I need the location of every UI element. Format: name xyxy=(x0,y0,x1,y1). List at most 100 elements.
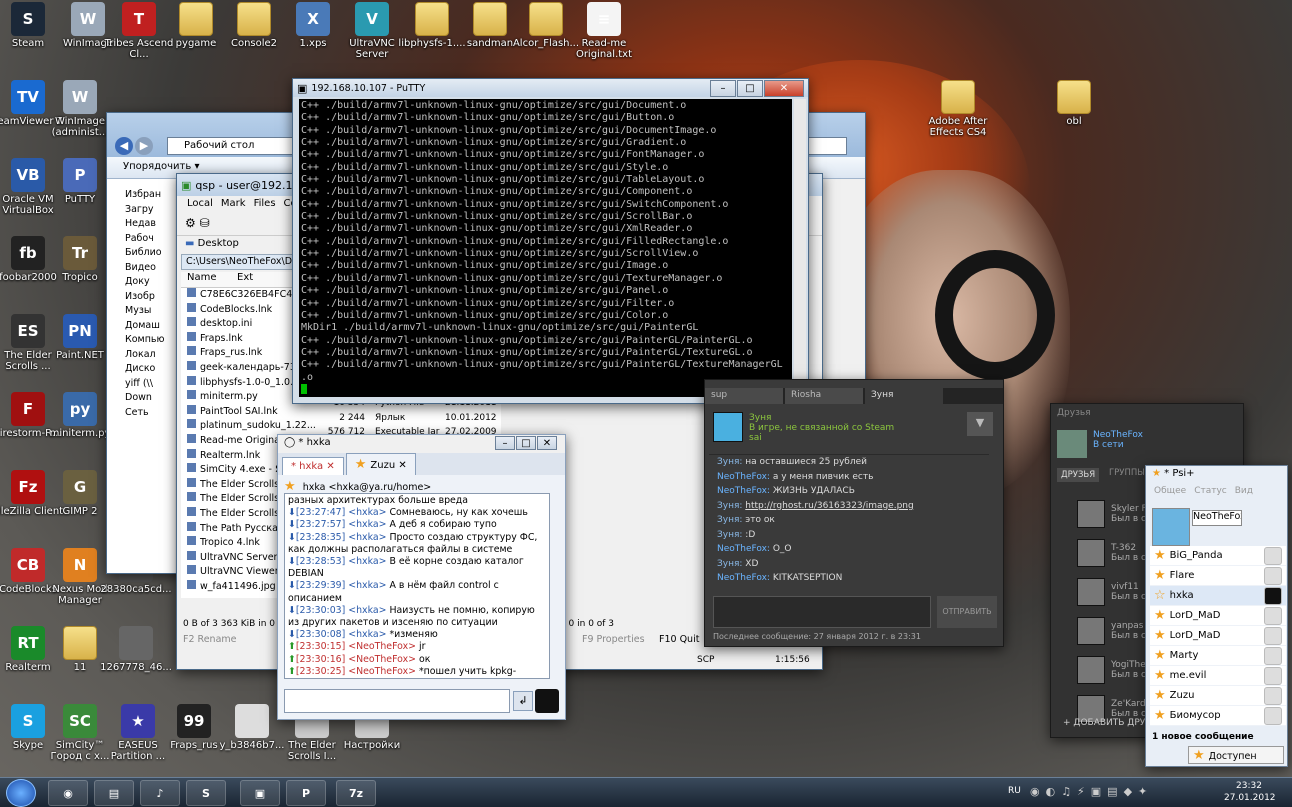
nav-item[interactable]: Изобр xyxy=(107,291,175,306)
steam-chat-log[interactable]: Зуня: на оставшиеся 25 рублей NeoTheFox: … xyxy=(709,454,989,592)
minimize-button[interactable]: – xyxy=(710,80,736,97)
roster-contact[interactable]: ☆ hxka xyxy=(1150,586,1286,606)
roster-contact[interactable]: ★ Биомусор xyxy=(1150,706,1286,726)
roster-contact[interactable]: ★ BiG_Panda xyxy=(1150,546,1286,566)
ext-column-header[interactable]: Ext xyxy=(233,272,253,287)
steam-chat-tab[interactable]: Riosha xyxy=(785,388,863,404)
contact-name[interactable]: hxka <hxka@ya.ru/home> xyxy=(303,482,432,493)
nav-item[interactable]: yiff (\\ xyxy=(107,378,175,393)
steam-send-button[interactable]: ОТПРАВИТЬ xyxy=(937,596,997,628)
steam-chat-tab[interactable]: sup xyxy=(705,388,783,404)
add-friend-button[interactable]: + ДОБАВИТЬ ДРУ xyxy=(1063,718,1145,728)
desktop-icon[interactable]: Adobe After Effects CS4 xyxy=(922,80,994,138)
start-button[interactable] xyxy=(6,779,36,807)
message-nick: <hxka> xyxy=(345,556,390,568)
tab-hxka[interactable]: * hxka ✕ xyxy=(282,457,344,475)
window-title: * Psi+ xyxy=(1164,468,1195,479)
app-icon: ES xyxy=(11,314,45,348)
drive-icon[interactable]: ⛁ xyxy=(200,216,210,230)
nav-item[interactable]: Локал xyxy=(107,349,175,364)
properties-button[interactable]: F9 Properties xyxy=(582,634,645,645)
message-arrow-icon: ⬇ xyxy=(288,629,296,641)
nav-item[interactable]: Компью xyxy=(107,334,175,349)
terminal-line: C++ ./build/armv7l-unknown-linux-gnu/opt… xyxy=(301,260,669,272)
nav-item[interactable]: Музы xyxy=(107,305,175,320)
message-text[interactable]: http://rghost.ru/36163323/image.png xyxy=(745,501,913,511)
menu-item[interactable]: Вид xyxy=(1235,486,1253,496)
name-column-header[interactable]: Name xyxy=(181,272,233,287)
winamp-taskbar-button[interactable]: ♪ xyxy=(140,780,180,806)
chrome-taskbar-button[interactable]: ◉ xyxy=(48,780,88,806)
close-icon[interactable]: ✕ xyxy=(326,461,334,472)
7zip-taskbar-button[interactable]: 7z xyxy=(336,780,376,806)
roster-contact[interactable]: ★ Zuzu xyxy=(1150,686,1286,706)
nav-item[interactable]: Видео xyxy=(107,262,175,277)
menu-item[interactable]: Статус xyxy=(1194,486,1227,496)
options-button[interactable]: ▼ xyxy=(967,412,993,436)
roster-contact[interactable]: ★ Flare xyxy=(1150,566,1286,586)
desktop-icon[interactable]: obl xyxy=(1038,80,1110,127)
menu-item[interactable]: Mark xyxy=(221,198,246,212)
minimize-button[interactable]: – xyxy=(495,436,515,450)
close-button[interactable]: ✕ xyxy=(764,80,804,97)
nav-item[interactable]: Недав xyxy=(107,218,175,233)
my-name[interactable]: NeoTheFox xyxy=(1093,430,1143,440)
nav-item[interactable]: Диско xyxy=(107,363,175,378)
chat-log[interactable]: разных архитектурах больше вреда ⬇[23:27:… xyxy=(284,493,550,679)
nav-item[interactable]: Рабоч xyxy=(107,233,175,248)
qsp-taskbar-button[interactable]: ▣ xyxy=(240,780,280,806)
putty-taskbar-button[interactable]: P xyxy=(286,780,326,806)
groups-tab[interactable]: ГРУППЫ xyxy=(1109,468,1145,478)
message-input[interactable] xyxy=(284,689,510,713)
desktop-icon[interactable]: 1267778_46... xyxy=(100,626,172,673)
nav-item[interactable]: Down xyxy=(107,392,175,407)
contact-name[interactable]: Зуня xyxy=(749,413,894,423)
clock-time[interactable]: 23:32 xyxy=(1236,781,1262,791)
steam-message-input[interactable] xyxy=(713,596,931,628)
desktop-icon[interactable]: ≡ Read-me Original.txt xyxy=(568,2,640,60)
settings-icon[interactable]: ⚙ xyxy=(185,216,196,230)
menu-item[interactable]: Files xyxy=(254,198,276,212)
menu-item[interactable]: Local xyxy=(187,198,213,212)
close-button[interactable]: ✕ xyxy=(537,436,557,450)
forward-button[interactable]: ▶ xyxy=(135,137,153,155)
quit-button[interactable]: F10 Quit xyxy=(659,634,699,645)
maximize-button[interactable]: □ xyxy=(516,436,536,450)
steam-chat-tab[interactable]: Зуня xyxy=(865,388,943,404)
nav-item[interactable]: Доку xyxy=(107,276,175,291)
send-button[interactable]: ↲ xyxy=(513,691,533,711)
roster-contact[interactable]: ★ me.evil xyxy=(1150,666,1286,686)
roster-contact[interactable]: ★ Marty xyxy=(1150,646,1286,666)
menu-item[interactable]: Общее xyxy=(1154,486,1186,496)
friends-tab[interactable]: ДРУЗЬЯ xyxy=(1057,468,1100,482)
scrollbar[interactable] xyxy=(794,99,806,397)
steam-taskbar-button[interactable]: S xyxy=(186,780,226,806)
nav-item[interactable]: Избран xyxy=(107,189,175,204)
account-name[interactable]: NeoTheFox xyxy=(1192,510,1242,526)
roster-contact[interactable]: ★ LorD_MaD xyxy=(1150,606,1286,626)
app-icon xyxy=(119,626,153,660)
nav-item[interactable]: Библио xyxy=(107,247,175,262)
status-button[interactable]: ★ Доступен xyxy=(1188,746,1284,764)
file-type: Ярлык xyxy=(375,412,406,423)
language-indicator[interactable]: RU xyxy=(1008,786,1021,796)
nav-item[interactable]: Сеть xyxy=(107,407,175,422)
nav-item[interactable]: Загру xyxy=(107,204,175,219)
address-text: Рабочий стол xyxy=(184,140,255,151)
status-star-icon: ☆ xyxy=(1154,588,1166,603)
rename-button[interactable]: F2 Rename xyxy=(183,634,237,645)
organize-button[interactable]: Упорядочить xyxy=(123,161,191,172)
app-icon: P xyxy=(63,158,97,192)
file-name: Fraps_rus.lnk xyxy=(200,347,263,359)
terminal[interactable]: C++ ./build/armv7l-unknown-linux-gnu/opt… xyxy=(299,99,792,397)
nav-item[interactable]: Домаш xyxy=(107,320,175,335)
explorer-taskbar-button[interactable]: ▤ xyxy=(94,780,134,806)
terminal-line: C++ ./build/armv7l-unknown-linux-gnu/opt… xyxy=(301,124,717,136)
new-message-bar[interactable]: 1 новое сообщение xyxy=(1152,732,1254,742)
tab-zuzu[interactable]: ★ Zuzu ✕ xyxy=(345,453,416,475)
roster-contact[interactable]: ★ LorD_MaD xyxy=(1150,626,1286,646)
clock-date[interactable]: 27.01.2012 xyxy=(1224,793,1276,803)
maximize-button[interactable]: □ xyxy=(737,80,763,97)
close-icon[interactable]: ✕ xyxy=(398,460,406,471)
back-button[interactable]: ◀ xyxy=(115,137,133,155)
